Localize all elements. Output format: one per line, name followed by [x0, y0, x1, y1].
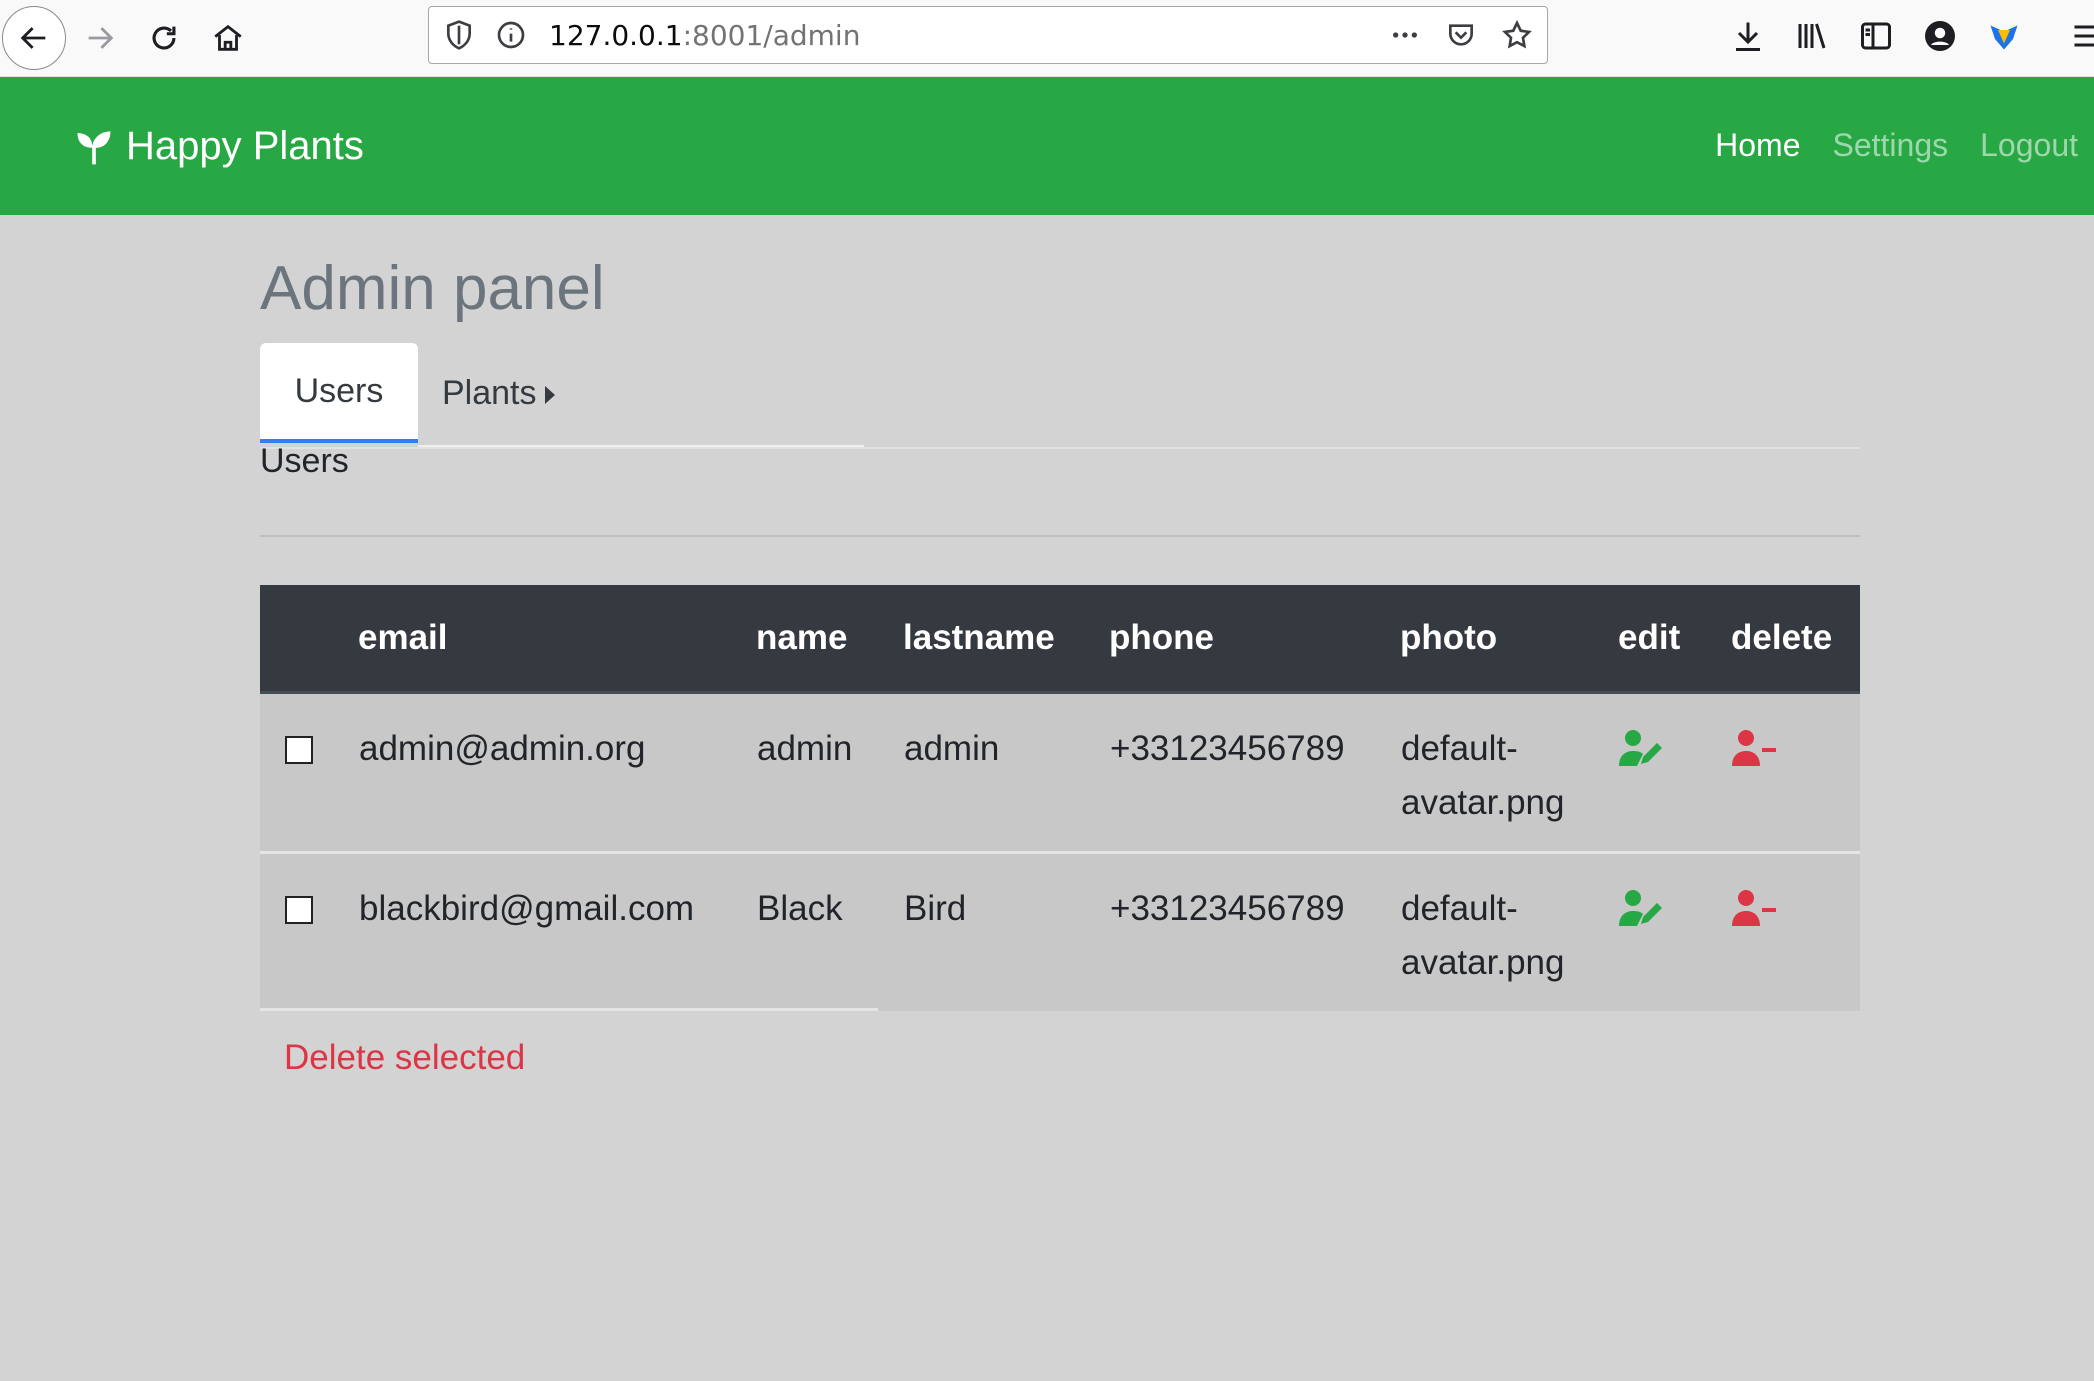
nav-logout-link[interactable]: Logout [1980, 125, 2078, 165]
email-cell: blackbird@gmail.com [358, 852, 756, 1011]
row-checkbox[interactable] [285, 896, 313, 924]
edit-cell [1618, 692, 1731, 854]
name-cell: admin [756, 692, 903, 854]
reload-icon[interactable] [132, 6, 196, 70]
tab-users[interactable]: Users [260, 343, 418, 443]
tab-plants-label: Plants [442, 373, 537, 412]
users-table: email name lastname phone photo edit del… [260, 585, 1860, 1011]
back-icon[interactable] [2, 6, 66, 70]
photo-text-line2: avatar.png [1401, 783, 1565, 822]
caret-right-icon [544, 386, 555, 404]
header-phone: phone [1109, 585, 1400, 694]
delete-selected-button[interactable]: Delete selected [284, 1038, 525, 1078]
info-icon[interactable] [495, 19, 527, 51]
edit-cell [1618, 852, 1731, 1011]
brand[interactable]: Happy Plants [72, 121, 364, 171]
url-host: 127.0.0.1 [549, 19, 683, 52]
header-delete: delete [1731, 585, 1860, 694]
header-name: name [756, 585, 903, 694]
header-edit: edit [1618, 585, 1731, 694]
pocket-icon[interactable] [1445, 19, 1477, 51]
extension-icon[interactable] [1986, 18, 2026, 58]
browser-toolbar: 127.0.0.1:8001/admin [0, 0, 2094, 77]
phone-cell: +33123456789 [1109, 692, 1400, 854]
url-bar[interactable]: 127.0.0.1:8001/admin [428, 6, 1548, 64]
table-row: admin@admin.org admin admin +33123456789… [260, 692, 1860, 854]
account-icon[interactable] [1922, 18, 1962, 58]
header-email: email [358, 585, 756, 694]
section-title: Users [260, 442, 349, 480]
user-edit-icon[interactable] [1619, 728, 1665, 768]
menu-icon[interactable] [2070, 18, 2094, 58]
library-icon[interactable] [1794, 18, 1834, 58]
photo-text-line2: avatar.png [1401, 943, 1565, 982]
delete-cell [1731, 692, 1860, 854]
forward-icon[interactable] [68, 6, 132, 70]
shield-icon[interactable] [443, 19, 475, 51]
lastname-cell: admin [903, 692, 1109, 854]
nav-links: Home Settings Logout [1715, 125, 2078, 165]
tab-plants[interactable]: Plants [430, 343, 567, 443]
download-icon[interactable] [1730, 18, 1770, 58]
header-lastname: lastname [903, 585, 1109, 694]
seedling-icon [77, 131, 111, 165]
section-divider [260, 535, 1860, 537]
table-header-row: email name lastname phone photo edit del… [260, 585, 1860, 694]
header-select [260, 585, 358, 694]
home-icon[interactable] [196, 6, 260, 70]
tab-divider [418, 445, 864, 447]
lastname-cell: Bird [903, 852, 1109, 1011]
tab-bar: Users Plants [260, 343, 1860, 449]
delete-cell [1731, 852, 1860, 1011]
photo-cell: default-avatar.png [1400, 692, 1618, 854]
header-photo: photo [1400, 585, 1618, 694]
row-select-cell [260, 852, 358, 1011]
table-row: blackbird@gmail.com Black Bird +33123456… [260, 852, 1860, 1011]
brand-name: Happy Plants [126, 124, 364, 168]
phone-cell: +33123456789 [1109, 852, 1400, 1011]
url-path: :8001/admin [682, 19, 861, 52]
user-minus-icon[interactable] [1732, 728, 1778, 768]
page-title: Admin panel [260, 254, 605, 323]
tab-users-label: Users [294, 371, 384, 410]
user-minus-icon[interactable] [1732, 888, 1778, 928]
bookmark-star-icon[interactable] [1501, 19, 1533, 51]
email-cell: admin@admin.org [358, 692, 756, 854]
sidebar-icon[interactable] [1858, 18, 1898, 58]
photo-text-line1: default- [1401, 729, 1518, 768]
photo-text-line1: default- [1401, 889, 1518, 928]
row-checkbox[interactable] [285, 736, 313, 764]
nav-home-link[interactable]: Home [1715, 125, 1800, 165]
more-icon[interactable] [1389, 19, 1421, 51]
navbar: Happy Plants Home Settings Logout [0, 77, 2094, 215]
row-select-cell [260, 692, 358, 854]
name-cell: Black [756, 852, 903, 1011]
photo-cell: default-avatar.png [1400, 852, 1618, 1011]
url-text: 127.0.0.1:8001/admin [549, 19, 860, 53]
table-bottom-border [260, 1008, 878, 1011]
user-edit-icon[interactable] [1619, 888, 1665, 928]
nav-settings-link[interactable]: Settings [1833, 125, 1949, 165]
